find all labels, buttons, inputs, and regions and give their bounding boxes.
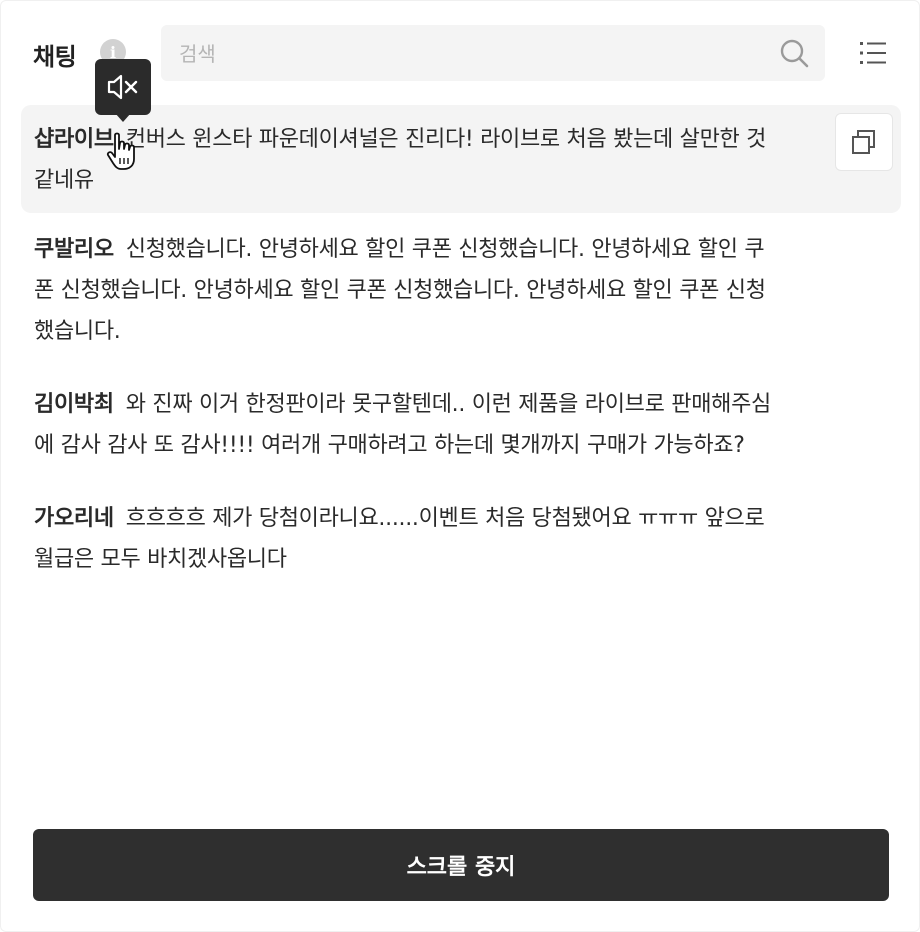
message-username[interactable]: 가오리네 [34, 506, 114, 531]
mute-tooltip[interactable] [95, 59, 151, 115]
message-text: 컨버스 윈스타 파운데이셔널은 진리다! 라이브로 처음 봤는데 살만한 것 같… [34, 127, 767, 193]
message-username[interactable]: 김이박최 [34, 392, 114, 417]
chat-header: 채팅 i [33, 25, 887, 83]
copy-icon [852, 130, 875, 154]
hand-cursor-icon [106, 132, 135, 170]
search-box [161, 25, 825, 83]
stop-scroll-button[interactable]: 스크롤 중지 [33, 829, 889, 901]
chat-message-list: 샵라이브 컨버스 윈스타 파운데이셔널은 진리다! 라이브로 처음 봤는데 살만한… [21, 105, 901, 596]
tooltip-arrow [115, 113, 131, 122]
chat-panel: 채팅 i 샵라이브컨버스 윈스타 파운데이셔널은 진리다! 라이브로 처음 봤는… [0, 0, 920, 932]
message-username[interactable]: 쿠발리오 [34, 237, 114, 262]
chat-message[interactable]: 쿠발리오 신청했습니다. 안녕하세요 할인 쿠폰 신청했습니다. 안녕하세요 할인… [21, 213, 901, 368]
chat-message[interactable]: 김이박최 와 진짜 이거 한정판이라 못구할텐데.. 이런 제품을 라이브로 판매… [21, 368, 901, 482]
mute-icon[interactable] [95, 59, 151, 115]
message-text: 와 진짜 이거 한정판이라 못구할텐데.. 이런 제품을 라이브로 판매해주심에… [34, 392, 771, 458]
message-text: 신청했습니다. 안녕하세요 할인 쿠폰 신청했습니다. 안녕하세요 할인 쿠폰 … [34, 237, 766, 344]
copy-button[interactable] [835, 113, 893, 171]
chat-message[interactable]: 샵라이브 컨버스 윈스타 파운데이셔널은 진리다! 라이브로 처음 봤는데 살만한… [21, 105, 901, 213]
list-icon[interactable] [859, 39, 887, 67]
message-text: 흐흐흐흐 제가 당첨이라니요......이벤트 처음 당첨됐어요 ㅠㅠㅠ 앞으로… [34, 506, 765, 572]
chat-title: 채팅 [33, 43, 77, 71]
search-icon[interactable] [779, 38, 809, 68]
chat-message[interactable]: 가오리네 흐흐흐흐 제가 당첨이라니요......이벤트 처음 당첨됐어요 ㅠㅠㅠ… [21, 482, 901, 596]
search-input[interactable] [177, 25, 761, 83]
message-username[interactable]: 샵라이브 [34, 127, 114, 152]
